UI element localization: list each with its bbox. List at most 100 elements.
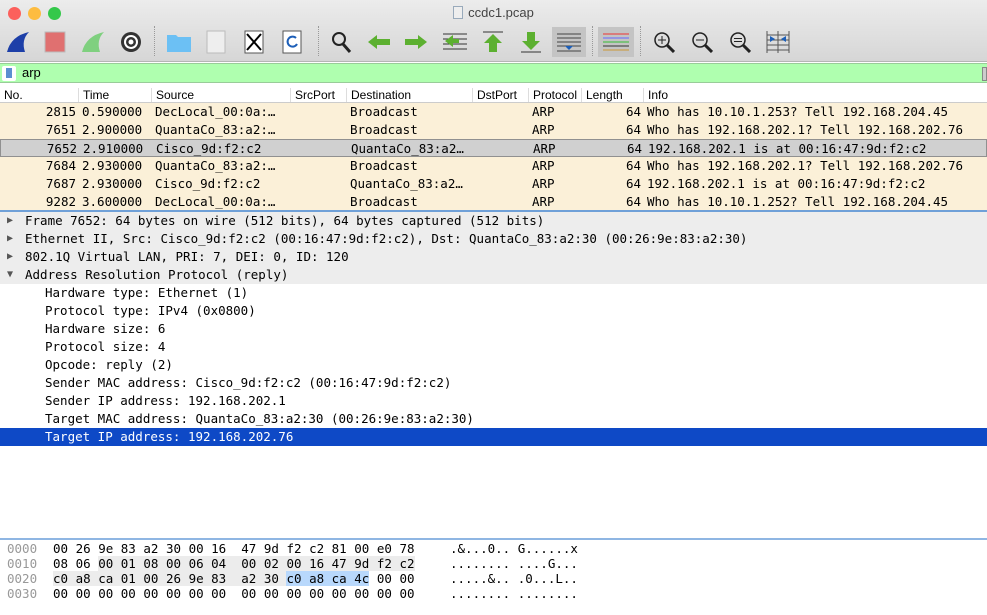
hex-byte[interactable]: 00 [143,586,158,601]
hex-byte[interactable]: 47 [331,556,347,571]
hex-byte[interactable]: 16 [309,556,325,571]
hex-byte[interactable]: ca [331,571,347,586]
column-header-protocol[interactable]: Protocol [528,88,577,102]
detail-tree-item[interactable]: Protocol size: 4 [0,338,987,356]
detail-tree-item[interactable]: ▶ 802.1Q Virtual LAN, PRI: 7, DEI: 0, ID:… [0,248,987,266]
hex-byte[interactable]: 00 [76,586,91,601]
zoom-out-button[interactable] [687,27,717,57]
packet-row[interactable]: 7652 2.910000 Cisco_9d:f2:c2 QuantaCo_83:a2… [0,139,987,157]
hex-byte[interactable]: 9e [98,541,113,556]
hex-byte[interactable]: 83 [211,571,227,586]
column-header-info[interactable]: Info [643,88,668,102]
hex-byte[interactable]: 04 [211,556,227,571]
detail-tree-item[interactable]: ▶ Frame 7652: 64 bytes on wire (512 bits)… [0,212,987,230]
hex-byte[interactable]: 16 [211,541,226,556]
hex-byte[interactable]: 9d [264,541,279,556]
bookmark-icon[interactable] [2,66,16,81]
expand-triangle-icon[interactable]: ▶ [7,248,13,266]
resize-columns-button[interactable] [763,27,793,57]
packet-row[interactable]: 7651 2.900000 QuantaCo_83:a2:… Broadcast ARP… [0,121,987,139]
hex-byte[interactable]: 00 [286,586,301,601]
hex-byte[interactable]: 00 [332,586,347,601]
capture-options-button[interactable] [116,27,146,57]
detail-tree-item[interactable]: Target IP address: 192.168.202.76 [0,428,987,446]
hex-byte[interactable]: 00 [241,586,256,601]
hex-bytes[interactable]: 08 06 00 01 08 00 06 04 00 02 00 16 47 9… [53,556,415,571]
hex-byte[interactable]: 00 [53,586,68,601]
hex-ascii[interactable]: .&...0.. G......x [450,541,578,556]
go-to-packet-button[interactable] [440,27,470,57]
packet-row[interactable]: 2815 0.590000 DecLocal_00:0a:… Broadcast ARP… [0,103,987,121]
hex-byte[interactable]: 9e [188,571,204,586]
hex-ascii[interactable]: .....&.. .0...L.. [450,571,578,586]
column-header-time[interactable]: Time [78,88,109,102]
hex-byte[interactable]: 4c [354,571,370,586]
close-file-button[interactable] [239,27,269,57]
column-header-destination[interactable]: Destination [346,88,411,102]
hex-bytes[interactable]: c0 a8 ca 01 00 26 9e 83 a2 30 c0 a8 ca 4… [53,571,415,586]
detail-tree-item[interactable]: Opcode: reply (2) [0,356,987,374]
hex-byte[interactable]: c0 [53,571,69,586]
colorize-button[interactable] [598,27,634,57]
save-file-button[interactable] [201,27,231,57]
first-packet-button[interactable] [478,27,508,57]
detail-tree-item[interactable]: Target MAC address: QuantaCo_83:a2:30 (0… [0,410,987,428]
hex-byte[interactable]: 06 [76,556,91,571]
hex-byte[interactable]: 00 [399,571,414,586]
column-header-dstport[interactable]: DstPort [472,88,517,102]
detail-tree-item[interactable]: Protocol type: IPv4 (0x0800) [0,302,987,320]
find-packet-button[interactable] [326,27,356,57]
packet-row[interactable]: 9282 3.600000 DecLocal_00:0a:… Broadcast ARP… [0,193,987,211]
hex-byte[interactable]: 00 [241,556,257,571]
hex-byte[interactable]: 00 [377,571,392,586]
hex-byte[interactable]: 00 [189,541,204,556]
go-back-button[interactable] [364,27,394,57]
hex-byte[interactable]: 30 [263,571,279,586]
hex-byte[interactable]: 01 [120,571,136,586]
hex-ascii[interactable]: ........ ....G... [450,556,578,571]
hex-byte[interactable]: 00 [143,571,159,586]
hex-byte[interactable]: 00 [309,586,324,601]
column-header-no[interactable]: No. [0,88,23,102]
column-header-srcport[interactable]: SrcPort [290,88,335,102]
hex-byte[interactable]: a2 [241,571,257,586]
display-filter-input[interactable] [22,65,972,80]
hex-byte[interactable]: c2 [399,556,415,571]
hex-byte[interactable]: 83 [121,541,136,556]
open-file-button[interactable] [164,27,194,57]
detail-tree-item[interactable]: ▶ Ethernet II, Src: Cisco_9d:f2:c2 (00:16… [0,230,987,248]
detail-tree-item[interactable]: Hardware size: 6 [0,320,987,338]
hex-byte[interactable]: 00 [121,586,136,601]
collapse-triangle-icon[interactable]: ▼ [7,266,13,284]
column-header-source[interactable]: Source [151,88,194,102]
hex-byte[interactable]: a8 [75,571,91,586]
zoom-in-button[interactable] [649,27,679,57]
hex-byte[interactable]: f2 [376,556,392,571]
hex-byte[interactable]: a8 [309,571,325,586]
hex-byte[interactable]: 00 [354,541,369,556]
pane-divider[interactable] [0,538,987,540]
stop-capture-button[interactable] [40,27,70,57]
restart-capture-button[interactable] [78,27,108,57]
autoscroll-button[interactable] [552,27,586,57]
hex-byte[interactable]: ca [98,571,114,586]
hex-byte[interactable]: e0 [377,541,392,556]
hex-byte[interactable]: 00 [189,586,204,601]
hex-byte[interactable]: 00 [211,586,226,601]
hex-byte[interactable]: 00 [53,541,68,556]
hex-byte[interactable]: 00 [166,586,181,601]
packet-row[interactable]: 7687 2.930000 Cisco_9d:f2:c2 QuantaCo_83:a2… [0,175,987,193]
detail-tree-item[interactable]: ▼ Address Resolution Protocol (reply) [0,266,987,284]
detail-tree-item[interactable]: Hardware type: Ethernet (1) [0,284,987,302]
expand-triangle-icon[interactable]: ▶ [7,230,13,248]
go-forward-button[interactable] [401,27,431,57]
normal-size-button[interactable] [725,27,755,57]
hex-byte[interactable]: f2 [286,541,301,556]
hex-byte[interactable]: 08 [143,556,159,571]
hex-byte[interactable]: c2 [309,541,324,556]
hex-byte[interactable]: 00 [264,586,279,601]
hex-byte[interactable]: 00 [98,556,114,571]
expand-triangle-icon[interactable]: ▶ [7,212,13,230]
reload-file-button[interactable] [277,27,307,57]
packet-row[interactable]: 7684 2.930000 QuantaCo_83:a2:… Broadcast ARP… [0,157,987,175]
